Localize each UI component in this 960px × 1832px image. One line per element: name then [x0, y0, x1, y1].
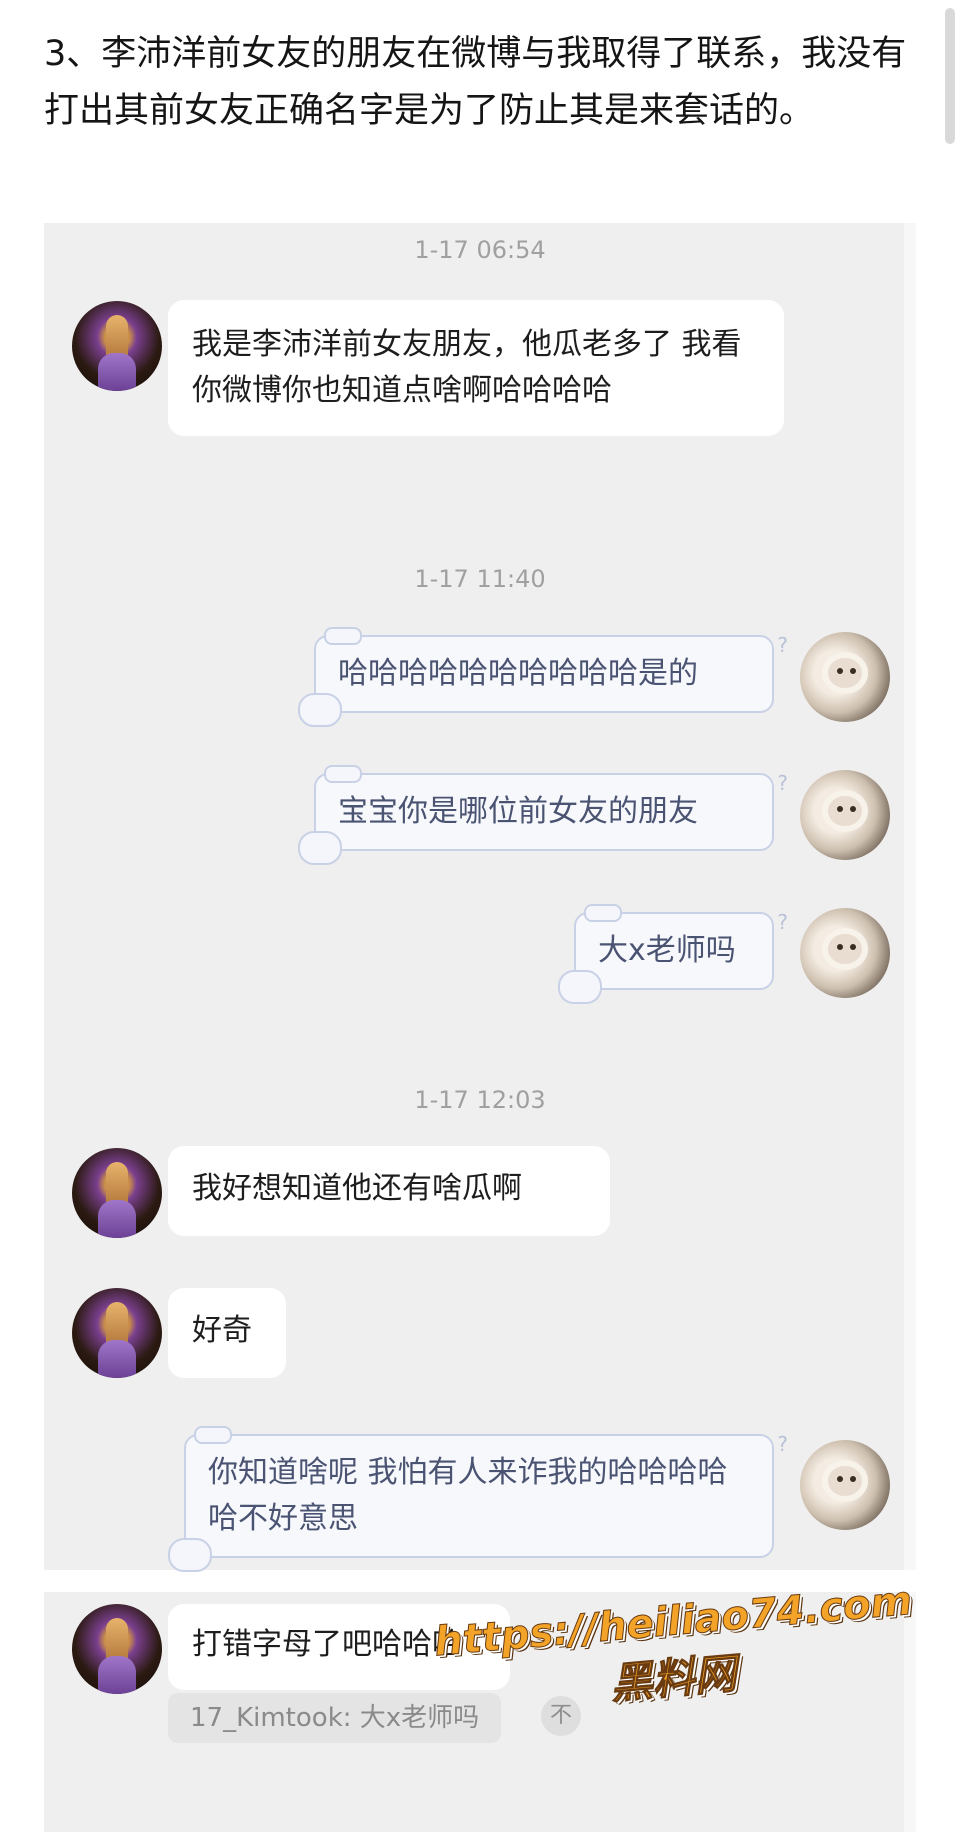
- quoted-reply[interactable]: 17_Kimtook: 大x老师吗: [168, 1693, 502, 1743]
- question-decoration-icon: ?: [777, 771, 788, 795]
- incoming-message[interactable]: 我好想知道他还有啥瓜啊: [168, 1146, 610, 1236]
- outgoing-message[interactable]: ? 哈哈哈哈哈哈哈哈哈哈是的: [298, 627, 788, 727]
- question-decoration-icon: ?: [777, 910, 788, 934]
- outgoing-message-text: 你知道啥呢 我怕有人来诈我的哈哈哈哈哈不好意思: [208, 1455, 728, 1536]
- panel-edge: [904, 1592, 916, 1832]
- bubble-decoration-icon: [194, 1426, 232, 1444]
- question-decoration-icon: ?: [777, 1432, 788, 1456]
- my-avatar[interactable]: [800, 770, 890, 860]
- outgoing-message-text: 哈哈哈哈哈哈哈哈哈哈是的: [338, 656, 698, 691]
- cloud-decoration-icon: [558, 970, 602, 1004]
- my-avatar[interactable]: [800, 1440, 890, 1530]
- bubble-decoration-icon: [324, 627, 362, 645]
- scrollbar[interactable]: [945, 8, 955, 144]
- timestamp: 1-17 12:03: [414, 1086, 546, 1114]
- contact-avatar[interactable]: [72, 1604, 162, 1694]
- panel-edge: [904, 223, 916, 1570]
- bubble-decoration-icon: [584, 904, 622, 922]
- my-avatar[interactable]: [800, 632, 890, 722]
- post-caption: 3、李沛洋前女友的朋友在微博与我取得了联系，我没有打出其前女友正确名字是为了防止…: [44, 34, 907, 131]
- incoming-message[interactable]: 我是李沛洋前女友朋友，他瓜老多了 我看你微博你也知道点啥啊哈哈哈哈: [168, 300, 784, 436]
- outgoing-message[interactable]: ? 大x老师吗: [558, 904, 788, 1004]
- outgoing-message[interactable]: ? 宝宝你是哪位前女友的朋友: [298, 765, 788, 865]
- quote-dismiss-icon[interactable]: 不: [541, 1696, 581, 1736]
- outgoing-message-text: 宝宝你是哪位前女友的朋友: [338, 794, 698, 829]
- incoming-message[interactable]: 好奇: [168, 1288, 286, 1378]
- incoming-message[interactable]: 打错字母了吧哈哈哈: [168, 1604, 510, 1690]
- timestamp: 1-17 06:54: [414, 236, 546, 264]
- question-decoration-icon: ?: [777, 633, 788, 657]
- cloud-decoration-icon: [298, 831, 342, 865]
- timestamp: 1-17 11:40: [414, 565, 546, 593]
- contact-avatar[interactable]: [72, 1148, 162, 1238]
- outgoing-message-text: 大x老师吗: [598, 933, 736, 968]
- contact-avatar[interactable]: [72, 301, 162, 391]
- contact-avatar[interactable]: [72, 1288, 162, 1378]
- cloud-decoration-icon: [168, 1538, 212, 1572]
- cloud-decoration-icon: [298, 693, 342, 727]
- outgoing-message[interactable]: ? 你知道啥呢 我怕有人来诈我的哈哈哈哈哈不好意思: [168, 1426, 788, 1572]
- my-avatar[interactable]: [800, 908, 890, 998]
- bubble-decoration-icon: [324, 765, 362, 783]
